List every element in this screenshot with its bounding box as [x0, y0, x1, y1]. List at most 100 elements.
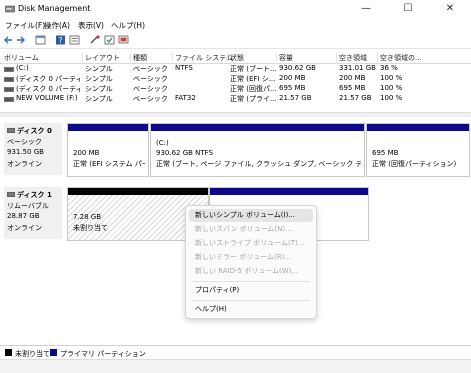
- legend: 未割り当て プライマリ パーティション: [0, 345, 471, 360]
- volume-icon: [4, 97, 14, 102]
- close-button[interactable]: ✕: [429, 0, 471, 18]
- table-row[interactable]: (ディスク 0 パーティショ... シンプル ベーシック 正常 (EFI シ..…: [0, 74, 471, 84]
- partition-status: 正常 (EFI システム パーティ: [73, 160, 145, 168]
- status-bar: [0, 359, 471, 373]
- list-icon[interactable]: [35, 35, 46, 45]
- disk-icon: [7, 128, 15, 133]
- check-icon[interactable]: [104, 35, 115, 45]
- column-header-volume[interactable]: ボリューム: [4, 53, 39, 63]
- monitor-icon[interactable]: [118, 35, 129, 45]
- cell-capacity: 695 MB: [279, 84, 306, 92]
- cell-free-space: 21.57 GB: [339, 94, 372, 102]
- volume-table: ボリューム レイアウト 種類 ファイル システム 状態 容量 空き領域 空き領域…: [0, 52, 471, 110]
- menu-separator: [192, 281, 310, 282]
- disk-1-type: リムーバブル: [7, 202, 49, 210]
- column-header-filesystem[interactable]: ファイル システム: [175, 53, 233, 63]
- title-bar: Disk Management — ☐ ✕: [0, 0, 471, 18]
- menu-item-new-raid5-volume[interactable]: 新しい RAID-5 ボリューム(W)...: [189, 265, 313, 278]
- disk-1-status: オンライン: [7, 224, 42, 232]
- unallocated-bar: [68, 188, 208, 195]
- column-header-type[interactable]: 種類: [133, 53, 147, 63]
- minimize-button[interactable]: —: [345, 0, 387, 18]
- legend-swatch-unallocated: [5, 349, 12, 356]
- partition-size: 200 MB: [73, 149, 100, 157]
- cell-type: ベーシック: [133, 65, 168, 73]
- column-header-free-space[interactable]: 空き領域: [339, 53, 367, 63]
- partition-status: 正常 (ブート, ページ ファイル, クラッシュ ダンプ, ベーシック データ …: [156, 160, 361, 168]
- cell-free-percent: 100 %: [380, 94, 403, 102]
- cell-status: 正常 (ブート...: [230, 65, 276, 73]
- cell-free-percent: 100 %: [380, 74, 403, 82]
- back-icon[interactable]: [3, 35, 14, 45]
- column-divider[interactable]: [130, 53, 131, 62]
- context-menu: 新しいシンプル ボリューム(I)... 新しいスパン ボリューム(N)... 新…: [185, 205, 317, 319]
- column-divider[interactable]: [227, 53, 228, 62]
- connect-icon[interactable]: [90, 35, 101, 45]
- menu-item-new-mirrored-volume[interactable]: 新しいミラー ボリューム(R)...: [189, 251, 313, 264]
- disk-1-size: 28.87 GB: [7, 212, 40, 220]
- table-row[interactable]: (C:) シンプル ベーシック NTFS 正常 (ブート... 930.62 G…: [0, 64, 471, 74]
- cell-type: ベーシック: [133, 95, 168, 103]
- column-header-free-percent[interactable]: 空き領域の...: [380, 53, 422, 63]
- menu-item-new-simple-volume[interactable]: 新しいシンプル ボリューム(I)...: [189, 209, 313, 222]
- disk-1-label[interactable]: ディスク 1 リムーバブル 28.87 GB オンライン: [4, 187, 62, 239]
- partition-size: 695 MB: [372, 149, 399, 157]
- cell-status: 正常 (プライ...: [230, 95, 276, 103]
- menu-help[interactable]: ヘルプ(H): [111, 20, 145, 31]
- disk-1-name: ディスク 1: [17, 191, 52, 199]
- cell-layout: シンプル: [85, 65, 113, 73]
- column-header-status[interactable]: 状態: [230, 53, 244, 63]
- cell-status: 正常 (EFI シ...: [230, 75, 276, 83]
- table-row[interactable]: (ディスク 0 パーティショ... シンプル ベーシック 正常 (回復パ... …: [0, 84, 471, 94]
- partition-c[interactable]: (C:) 930.62 GB NTFS 正常 (ブート, ページ ファイル, ク…: [150, 123, 365, 177]
- menu-view[interactable]: 表示(V): [78, 20, 104, 31]
- column-divider[interactable]: [377, 53, 378, 62]
- unallocated-label: 未割り当て: [73, 224, 108, 232]
- cell-type: ベーシック: [133, 75, 168, 83]
- column-divider[interactable]: [276, 53, 277, 62]
- properties-icon[interactable]: [69, 35, 80, 45]
- menu-item-new-spanned-volume[interactable]: 新しいスパン ボリューム(N)...: [189, 223, 313, 236]
- cell-layout: シンプル: [85, 95, 113, 103]
- menu-file[interactable]: ファイル(F): [5, 20, 45, 31]
- column-divider[interactable]: [82, 53, 83, 62]
- cell-capacity: 21.57 GB: [279, 94, 312, 102]
- volume-icon: [4, 67, 14, 72]
- cell-status: 正常 (回復パ...: [230, 85, 276, 93]
- column-divider[interactable]: [336, 53, 337, 62]
- column-divider[interactable]: [172, 53, 173, 62]
- forward-icon[interactable]: [15, 35, 26, 45]
- cell-volume: (ディスク 0 パーティショ...: [16, 85, 80, 93]
- menu-item-help[interactable]: ヘルプ(H): [189, 303, 313, 316]
- cell-capacity: 200 MB: [279, 74, 306, 82]
- menu-item-properties[interactable]: プロパティ(P): [189, 284, 313, 297]
- cell-layout: シンプル: [85, 85, 113, 93]
- partition-recovery[interactable]: 695 MB 正常 (回復パーティション): [366, 123, 470, 177]
- cell-layout: シンプル: [85, 75, 113, 83]
- cell-free-percent: 36 %: [380, 64, 398, 72]
- svg-text:?: ?: [58, 36, 62, 45]
- maximize-button[interactable]: ☐: [387, 0, 429, 18]
- primary-partition-bar: [68, 124, 148, 131]
- help-icon[interactable]: ?: [55, 35, 66, 45]
- toolbar: ?: [0, 32, 471, 49]
- partition-efi[interactable]: 200 MB 正常 (EFI システム パーティ: [67, 123, 149, 177]
- disk-0-size: 931.50 GB: [7, 148, 44, 156]
- cell-volume: NEW VOLUME (F:): [16, 94, 78, 102]
- column-header-layout[interactable]: レイアウト: [85, 53, 120, 63]
- cell-filesystem: FAT32: [175, 94, 196, 102]
- table-row[interactable]: NEW VOLUME (F:) シンプル ベーシック FAT32 正常 (プライ…: [0, 94, 471, 104]
- legend-label-primary: プライマリ パーティション: [60, 350, 146, 358]
- column-header-capacity[interactable]: 容量: [279, 53, 293, 63]
- cell-filesystem: NTFS: [175, 64, 193, 72]
- legend-label-unallocated: 未割り当て: [15, 350, 50, 358]
- table-header: ボリューム レイアウト 種類 ファイル システム 状態 容量 空き領域 空き領域…: [0, 52, 471, 64]
- menu-action[interactable]: 操作(A): [44, 20, 70, 31]
- menu-separator: [192, 300, 310, 301]
- menu-bar: ファイル(F) 操作(A) 表示(V) ヘルプ(H): [0, 18, 471, 32]
- menu-item-new-striped-volume[interactable]: 新しいストライプ ボリューム(T)...: [189, 237, 313, 250]
- primary-partition-bar: [367, 124, 469, 131]
- cell-volume: (C:): [16, 64, 29, 72]
- disk-0-label[interactable]: ディスク 0 ベーシック 931.50 GB オンライン: [4, 123, 62, 175]
- cell-free-space: 695 MB: [339, 84, 366, 92]
